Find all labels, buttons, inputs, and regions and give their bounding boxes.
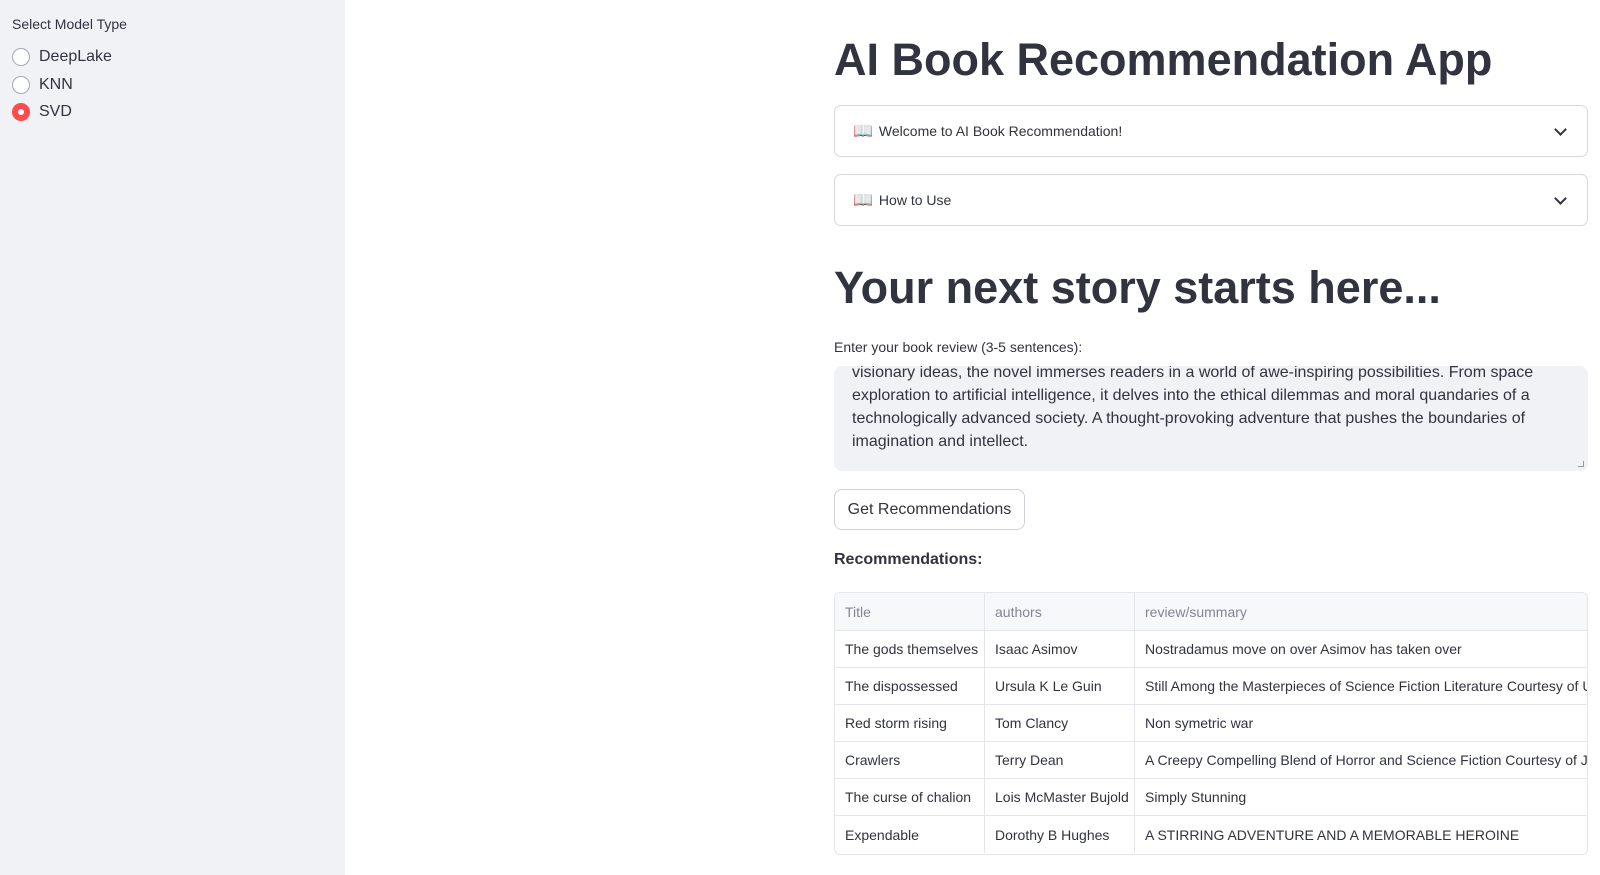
table-row: The curse of chalion Lois McMaster Bujol…	[835, 779, 1587, 816]
table-row: The dispossessed Ursula K Le Guin Still …	[835, 668, 1588, 705]
radio-option-knn[interactable]: KNN	[12, 73, 73, 97]
column-header-title[interactable]: Title	[835, 593, 985, 630]
review-textarea[interactable]: visionary ideas, the novel immerses read…	[834, 366, 1588, 471]
table-cell-authors: Terry Dean	[985, 742, 1135, 778]
radio-button[interactable]	[12, 76, 30, 94]
table-cell-authors: Ursula K Le Guin	[985, 668, 1135, 704]
radio-label: SVD	[39, 103, 72, 120]
table-cell-summary: Non symetric war	[1145, 715, 1254, 731]
get-recommendations-button[interactable]: Get Recommendations	[834, 489, 1025, 530]
expander-welcome[interactable]: 📖 Welcome to AI Book Recommendation!	[834, 105, 1588, 157]
table-cell-authors: Isaac Asimov	[985, 631, 1135, 667]
table-cell-title: Red storm rising	[835, 705, 985, 741]
column-header-authors[interactable]: authors	[985, 593, 1135, 630]
book-icon: 📖	[853, 123, 873, 140]
recommendations-table: Title authors review/summary The gods th…	[834, 592, 1588, 855]
column-header-summary[interactable]: review/summary	[1135, 593, 1587, 630]
table-header-row: Title authors review/summary	[835, 593, 1587, 631]
table-row: Crawlers Terry Dean A Creepy Compelling …	[835, 742, 1588, 779]
resize-handle-icon[interactable]	[1578, 461, 1584, 467]
review-field-label: Enter your book review (3-5 sentences):	[834, 339, 1083, 355]
radio-option-deeplake[interactable]: DeepLake	[12, 45, 112, 69]
table-row: Expendable Dorothy B Hughes A STIRRING A…	[835, 816, 1587, 853]
table-cell-title: Crawlers	[835, 742, 985, 778]
table-cell-summary: Nostradamus move on over Asimov has take…	[1145, 641, 1462, 657]
recommendations-heading: Recommendations:	[834, 551, 983, 568]
chevron-down-icon	[1554, 123, 1567, 136]
radio-label: KNN	[39, 76, 73, 93]
table-cell-authors: Dorothy B Hughes	[985, 816, 1135, 853]
review-text: visionary ideas, the novel immerses read…	[852, 366, 1534, 450]
radio-label: DeepLake	[39, 48, 112, 65]
chevron-down-icon	[1554, 192, 1567, 205]
table-cell-summary: A Creepy Compelling Blend of Horror and …	[1145, 752, 1588, 768]
radio-button-selected[interactable]	[12, 103, 30, 121]
book-icon: 📖	[853, 192, 873, 209]
table-row: The gods themselves Isaac Asimov Nostrad…	[835, 631, 1587, 668]
table-cell-title: The gods themselves	[835, 631, 985, 667]
app: Select Model Type DeepLake KNN SVD AI Bo…	[0, 0, 1600, 875]
sidebar: Select Model Type DeepLake KNN SVD	[0, 0, 345, 875]
table-cell-title: The curse of chalion	[835, 779, 985, 815]
expander-label: Welcome to AI Book Recommendation!	[878, 123, 1123, 139]
table-cell-summary: Simply Stunning	[1145, 789, 1247, 805]
expander-label: How to Use	[878, 192, 952, 208]
section-heading: Your next story starts here...	[834, 262, 1441, 313]
table-row: Red storm rising Tom Clancy Non symetric…	[835, 705, 1587, 742]
table-cell-summary: Still Among the Masterpieces of Science …	[1145, 678, 1588, 694]
table-cell-authors: Tom Clancy	[985, 705, 1135, 741]
radio-button[interactable]	[12, 48, 30, 66]
table-cell-summary: A STIRRING ADVENTURE AND A MEMORABLE HER…	[1145, 826, 1520, 843]
page-title: AI Book Recommendation App	[834, 34, 1493, 85]
table-cell-title: Expendable	[835, 816, 985, 853]
radio-option-svd[interactable]: SVD	[12, 100, 72, 124]
table-cell-title: The dispossessed	[835, 668, 985, 704]
model-type-label: Select Model Type	[12, 16, 127, 32]
table-cell-authors: Lois McMaster Bujold	[985, 779, 1135, 815]
expander-how-to-use[interactable]: 📖 How to Use	[834, 174, 1588, 226]
